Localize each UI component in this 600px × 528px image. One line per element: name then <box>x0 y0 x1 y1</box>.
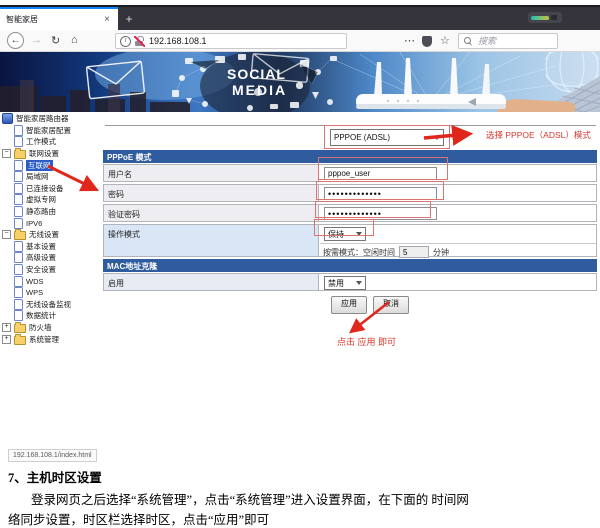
page-icon <box>14 160 23 171</box>
sidebar-item-home-config[interactable]: 智能家居配置 <box>0 125 101 137</box>
sidebar-item-wds[interactable]: WDS <box>0 275 101 287</box>
search-box[interactable] <box>458 33 558 49</box>
document-paragraph-line1: 登录网页之后选择“系统管理”，点击“系统管理”进入设置界面，在下面的 时间网 <box>31 489 469 508</box>
sidebar-item-statistics[interactable]: 数据统计 <box>0 310 101 322</box>
annotation-rect-username <box>318 157 448 180</box>
sidebar-item-static-route[interactable]: 静态路由 <box>0 206 101 218</box>
page-icon <box>14 252 23 263</box>
page-icon <box>14 241 23 252</box>
click-apply-note: 点击 应用 即可 <box>337 335 396 348</box>
banner-text-line2: MEDIA <box>232 82 287 98</box>
bookmark-star-icon[interactable]: ☆ <box>440 34 450 47</box>
sidebar-item-wps[interactable]: WPS <box>0 287 101 299</box>
on-demand-row: 按需模式：空闲时间 分钟 <box>323 246 449 258</box>
browser-tab[interactable]: 智能家居 × <box>0 7 118 30</box>
home-icon[interactable]: ⌂ <box>71 34 78 46</box>
chevron-down-icon <box>356 281 362 285</box>
folder-icon <box>14 150 26 159</box>
tab-title: 智能家居 <box>6 14 102 25</box>
subrow-divider <box>320 243 596 244</box>
search-icon <box>464 37 472 45</box>
sidebar-item-internet[interactable]: 互联网 <box>0 159 101 171</box>
select-mode-note: 选择 PPPOE（ADSL）模式 <box>486 129 591 141</box>
page-icon <box>14 218 23 229</box>
page-icon <box>14 206 23 217</box>
document-paragraph-line2: 络同步设置，时区栏选择时区，点击“应用”即可 <box>8 509 269 528</box>
tree-collapse-icon[interactable]: − <box>2 149 11 158</box>
back-icon[interactable]: ← <box>7 32 24 49</box>
mac-clone-section-header: MAC地址克隆 <box>103 259 597 272</box>
confirm-password-label: 验证密码 <box>104 205 319 221</box>
folder-icon <box>14 231 26 240</box>
page-info-icon[interactable]: i <box>120 36 131 47</box>
page-icon <box>14 136 23 147</box>
indicator-bar <box>531 16 549 20</box>
tab-strip-indicator <box>528 12 562 23</box>
sidebar-item-network-settings[interactable]: − 联网设置 <box>0 148 101 160</box>
nav-toolbar: ← → ↻ ⌂ i ⋯ ☆ <box>0 30 600 52</box>
sidebar-item-wireless-monitor[interactable]: 无线设备监视 <box>0 299 101 311</box>
sidebar-item-vpn[interactable]: 虚拟专网 <box>0 194 101 206</box>
page-icon <box>14 171 23 182</box>
page-icon <box>14 183 23 194</box>
selected-item-label: 互联网 <box>26 160 53 171</box>
mac-enable-label: 启用 <box>104 274 319 290</box>
idle-time-input[interactable] <box>399 246 429 258</box>
banner-image: SOCIAL MEDIA <box>0 52 600 112</box>
tab-strip: 智能家居 × + <box>0 7 600 30</box>
search-input[interactable] <box>476 35 597 47</box>
on-demand-prefix: 按需模式：空闲时间 <box>323 247 395 258</box>
page-icon <box>14 264 23 275</box>
url-bar[interactable]: i <box>115 33 347 49</box>
tab-close-icon[interactable]: × <box>102 14 112 25</box>
browser-status-bar: 192.168.108.1/index.html <box>8 449 97 462</box>
banner-text-line1: SOCIAL <box>227 66 286 82</box>
url-input[interactable] <box>147 35 342 47</box>
folder-icon <box>14 336 26 345</box>
annotation-rect-opmode <box>314 219 374 236</box>
apply-button[interactable]: 应用 <box>331 296 367 314</box>
page-icon <box>14 310 23 321</box>
new-tab-icon[interactable]: + <box>120 10 138 28</box>
page-icon <box>14 287 23 298</box>
insecure-lock-icon[interactable] <box>135 39 143 46</box>
sidebar-item-lan[interactable]: 局域网 <box>0 171 101 183</box>
folder-icon <box>14 324 26 333</box>
sidebar-item-connected-devices[interactable]: 已连接设备 <box>0 183 101 195</box>
tree-expand-icon[interactable]: + <box>2 323 11 332</box>
password-label: 密码 <box>104 185 319 201</box>
page-icon <box>14 194 23 205</box>
sidebar-item-advanced-settings[interactable]: 高级设置 <box>0 252 101 264</box>
router-icon <box>2 113 13 124</box>
mac-enable-select[interactable]: 禁用 <box>324 276 366 290</box>
sidebar-item-work-mode[interactable]: 工作模式 <box>0 136 101 148</box>
document-heading: 7、主机时区设置 <box>8 467 102 486</box>
operation-mode-label: 操作模式 <box>104 225 319 256</box>
page: 智能家居 × + ← → ↻ ⌂ i ⋯ ☆ <box>0 0 600 528</box>
page-icon <box>14 125 23 136</box>
sidebar-item-basic-settings[interactable]: 基本设置 <box>0 241 101 253</box>
forward-icon[interactable]: → <box>31 34 42 46</box>
sidebar-tree: 智能家居路由器 智能家居配置 工作模式 − 联网设置 互联网 局域网 已连接设备 <box>0 113 101 353</box>
on-demand-suffix: 分钟 <box>433 247 449 258</box>
cancel-button[interactable]: 取消 <box>373 296 409 314</box>
sidebar-item-firewall[interactable]: + 防火墙 <box>0 322 101 334</box>
annotation-rect-wan-select <box>324 125 450 149</box>
tracking-shield-icon[interactable] <box>422 36 432 47</box>
tree-collapse-icon[interactable]: − <box>2 230 11 239</box>
username-label: 用户名 <box>104 165 319 181</box>
reload-icon[interactable]: ↻ <box>51 34 60 47</box>
indicator-dot <box>551 15 557 20</box>
page-icon <box>14 276 23 287</box>
annotation-rect-password <box>316 181 444 200</box>
page-actions-icon[interactable]: ⋯ <box>404 34 415 47</box>
sidebar-item-ipv6[interactable]: IPV6 <box>0 217 101 229</box>
page-icon <box>14 299 23 310</box>
sidebar-item-security-settings[interactable]: 安全设置 <box>0 264 101 276</box>
sidebar-item-root[interactable]: 智能家居路由器 <box>0 113 101 125</box>
annotation-rect-confirm <box>315 201 431 218</box>
sidebar-item-system-management[interactable]: + 系统管理 <box>0 333 101 345</box>
sidebar-item-wireless-settings[interactable]: − 无线设置 <box>0 229 101 241</box>
tree-expand-icon[interactable]: + <box>2 335 11 344</box>
